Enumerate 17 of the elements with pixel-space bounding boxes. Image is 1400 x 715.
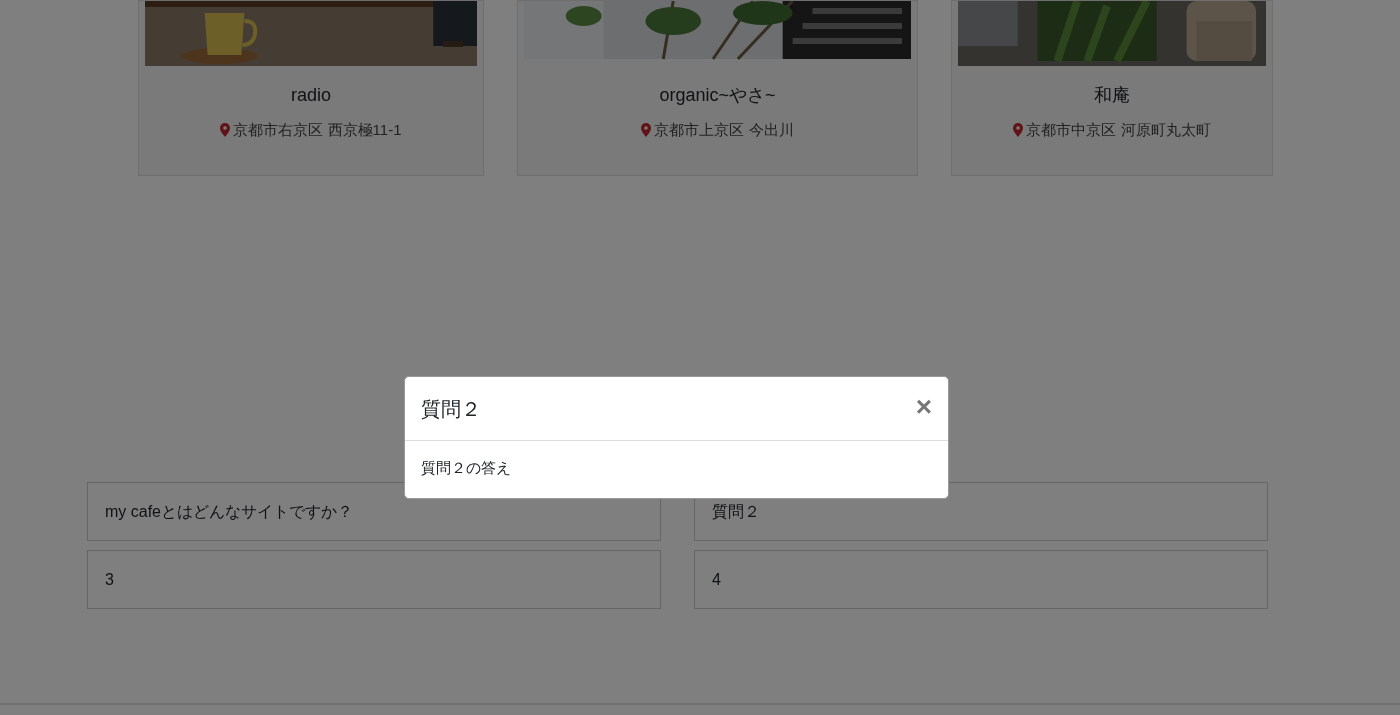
map-pin-icon bbox=[641, 123, 652, 138]
shop-address: 京都市右京区 西京極11-1 bbox=[233, 120, 402, 140]
shop-card[interactable]: organic~やさ~ 京都市上京区 今出川 bbox=[517, 0, 918, 176]
modal-text: 質問２の答え bbox=[420, 458, 512, 478]
shop-name: radio bbox=[291, 84, 331, 107]
map-pin-icon bbox=[1013, 123, 1024, 138]
shop-card[interactable]: 和庵 京都市中京区 河原町丸太町 bbox=[951, 0, 1273, 176]
shop-card[interactable]: radio 京都市右京区 西京極11-1 bbox=[138, 0, 484, 176]
shop-address: 京都市上京区 今出川 bbox=[654, 120, 794, 140]
shop-name: 和庵 bbox=[1094, 84, 1130, 107]
faq-question[interactable]: 3 bbox=[87, 550, 661, 609]
modal-title: 質問２ bbox=[421, 396, 481, 421]
map-pin-icon bbox=[220, 123, 231, 138]
close-button[interactable]: × bbox=[915, 393, 932, 424]
faq-question[interactable]: 4 bbox=[694, 550, 1268, 609]
shop-address: 京都市中京区 河原町丸太町 bbox=[1026, 120, 1211, 140]
shop-name: organic~やさ~ bbox=[659, 84, 776, 107]
